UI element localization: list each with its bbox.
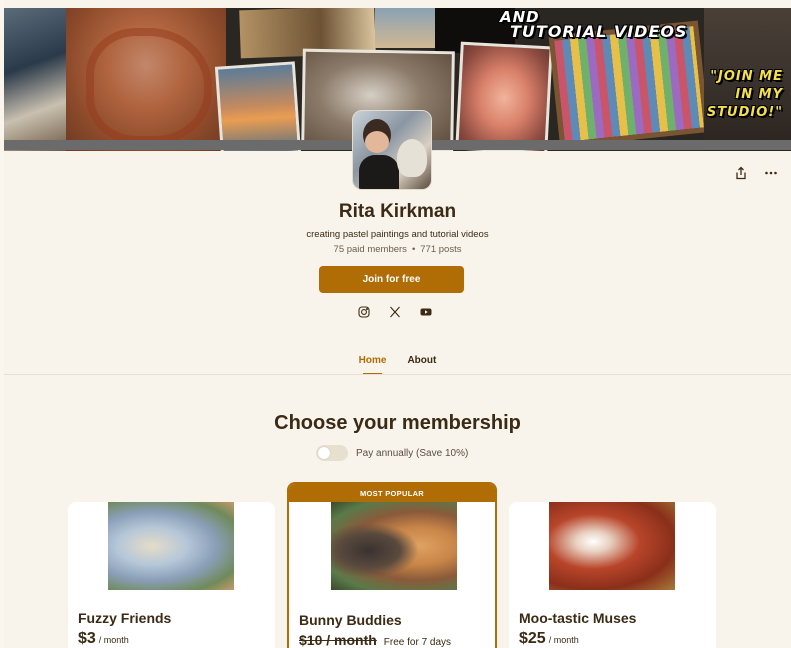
tier-image-bunnies: [331, 502, 457, 590]
banner-photo-artist: [4, 8, 66, 151]
tier-price-period: / month: [548, 635, 579, 645]
tier-card-bunny-buddies[interactable]: MOST POPULAR Bunny Buddies $10 / month F…: [287, 482, 497, 648]
share-icon[interactable]: [733, 165, 749, 181]
tier-price-original: $10 / month: [299, 632, 377, 648]
most-popular-badge: MOST POPULAR: [289, 484, 495, 502]
tier-trial-label: Free for 7 days: [383, 637, 452, 648]
membership-title: Choose your membership: [274, 412, 521, 434]
tier-card-moo-tastic-muses[interactable]: Moo-tastic Muses $25 / month: [509, 502, 716, 648]
tab-about[interactable]: About: [407, 355, 436, 375]
tier-card-fuzzy-friends[interactable]: Fuzzy Friends $3 / month: [68, 502, 275, 648]
creator-stats: 75 paid members • 771 posts: [4, 244, 791, 255]
tabs-divider: [4, 374, 791, 375]
tier-price-period: / month: [98, 635, 129, 645]
more-icon[interactable]: [763, 165, 779, 181]
tier-price-amount: $25: [519, 630, 546, 647]
instagram-icon[interactable]: [357, 305, 371, 319]
banner-callout-line-1: "JOIN ME: [710, 69, 783, 84]
x-icon[interactable]: [388, 305, 402, 319]
banner-painting-pig: [455, 41, 553, 151]
pay-annually-label: Pay annually (Save 10%): [356, 447, 469, 459]
tab-home[interactable]: Home: [359, 355, 386, 375]
join-for-free-button[interactable]: Join for free: [319, 266, 464, 293]
pay-annually-toggle[interactable]: [316, 445, 348, 461]
banner-painting-sunset: [214, 61, 302, 151]
posts-count[interactable]: 771 posts: [420, 244, 461, 255]
tier-name: Moo-tastic Muses: [519, 610, 637, 626]
banner-callout-line-3: STUDIO!": [706, 105, 783, 120]
tier-image-cows: [549, 502, 675, 590]
creator-page: AND TUTORIAL VIDEOS "JOIN ME IN MY STUDI…: [4, 0, 791, 648]
social-links: [357, 305, 433, 319]
creator-tagline: creating pastel paintings and tutorial v…: [306, 229, 489, 240]
page-tabs: Home About: [4, 355, 791, 375]
avatar[interactable]: [352, 110, 432, 190]
tier-name: Bunny Buddies: [299, 612, 402, 628]
tier-price: $3 / month: [78, 630, 129, 648]
tier-price-amount: $3: [78, 630, 96, 647]
billing-toggle-row: Pay annually (Save 10%): [316, 445, 468, 461]
tier-price: $10 / month Free for 7 days: [299, 632, 451, 648]
stats-separator: •: [411, 244, 416, 255]
tier-name: Fuzzy Friends: [78, 610, 172, 626]
youtube-icon[interactable]: [419, 305, 433, 319]
banner-photo-studio: [375, 8, 435, 48]
banner-headline-2: TUTORIAL VIDEOS: [510, 22, 688, 41]
avatar-figure: [359, 155, 399, 189]
banner-painting-sheep: [66, 8, 226, 151]
banner-callout-line-2: IN MY: [735, 87, 783, 102]
banner-callout: "JOIN ME IN MY STUDIO!": [707, 68, 783, 122]
page-actions: [733, 165, 779, 181]
tier-price: $25 / month: [519, 630, 579, 648]
tier-image-sheep: [108, 502, 234, 590]
paid-members-count: 75 paid members: [333, 244, 407, 255]
avatar-lamb: [397, 139, 427, 177]
creator-name: Rita Kirkman: [338, 201, 457, 222]
